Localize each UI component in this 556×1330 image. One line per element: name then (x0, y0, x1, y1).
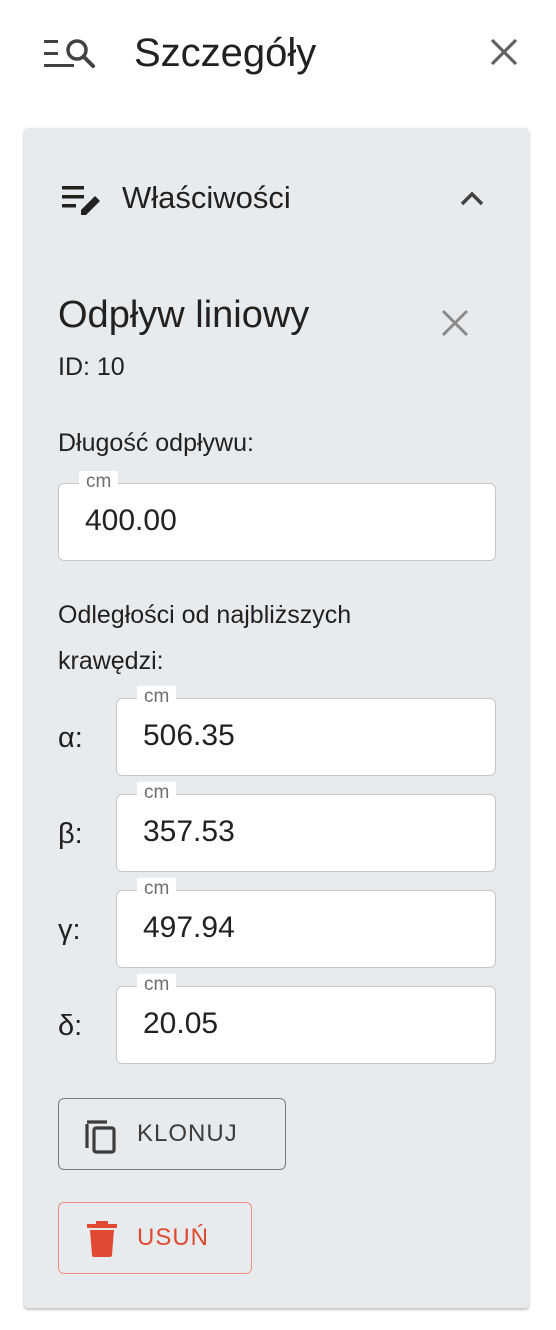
close-icon[interactable] (434, 302, 476, 344)
drain-length-input[interactable] (85, 496, 385, 546)
clone-button[interactable]: KLONUJ (58, 1098, 286, 1170)
alpha-distance-input[interactable] (143, 711, 443, 761)
panel-title: Szczegóły (134, 31, 317, 75)
alpha-label: α: (58, 722, 83, 754)
element-name: Odpływ liniowy (58, 294, 310, 336)
details-panel-header: Szczegóły (0, 0, 556, 110)
gamma-unit: cm (137, 878, 177, 900)
drain-length-field[interactable]: cm (58, 471, 496, 561)
trash-icon (87, 1221, 117, 1257)
beta-distance-input[interactable] (143, 807, 443, 857)
clone-button-label: KLONUJ (137, 1120, 238, 1147)
gamma-distance-input[interactable] (143, 903, 443, 953)
properties-section-header[interactable]: Właściwości (24, 168, 529, 228)
delete-button[interactable]: USUŃ (58, 1202, 252, 1274)
copy-icon (85, 1120, 116, 1154)
delta-label: δ: (58, 1010, 83, 1042)
edit-list-icon (62, 186, 100, 215)
delta-unit: cm (137, 974, 177, 996)
delta-distance-input[interactable] (143, 999, 443, 1049)
delta-distance-field[interactable]: cm (116, 974, 496, 1064)
element-id-value: 10 (96, 353, 125, 381)
element-id: ID: 10 (58, 350, 125, 384)
beta-label: β: (58, 818, 83, 850)
beta-unit: cm (137, 782, 177, 804)
alpha-unit: cm (137, 686, 177, 708)
drain-length-unit: cm (79, 471, 119, 493)
section-title: Właściwości (122, 180, 291, 215)
delete-button-label: USUŃ (137, 1224, 210, 1251)
close-icon[interactable] (484, 32, 524, 72)
chevron-up-icon[interactable] (454, 180, 490, 216)
gamma-distance-field[interactable]: cm (116, 878, 496, 968)
beta-distance-field[interactable]: cm (116, 782, 496, 872)
distances-label: Odległości od najbliższych krawędzi: (58, 601, 352, 675)
alpha-distance-field[interactable]: cm (116, 686, 496, 776)
gamma-label: γ: (58, 914, 81, 946)
properties-card: Właściwości Odpływ liniowy ID: 10 Długoś… (24, 128, 529, 1308)
details-search-icon (44, 39, 95, 68)
element-id-label: ID: (58, 353, 90, 381)
drain-length-label: Długość odpływu: (58, 429, 254, 457)
